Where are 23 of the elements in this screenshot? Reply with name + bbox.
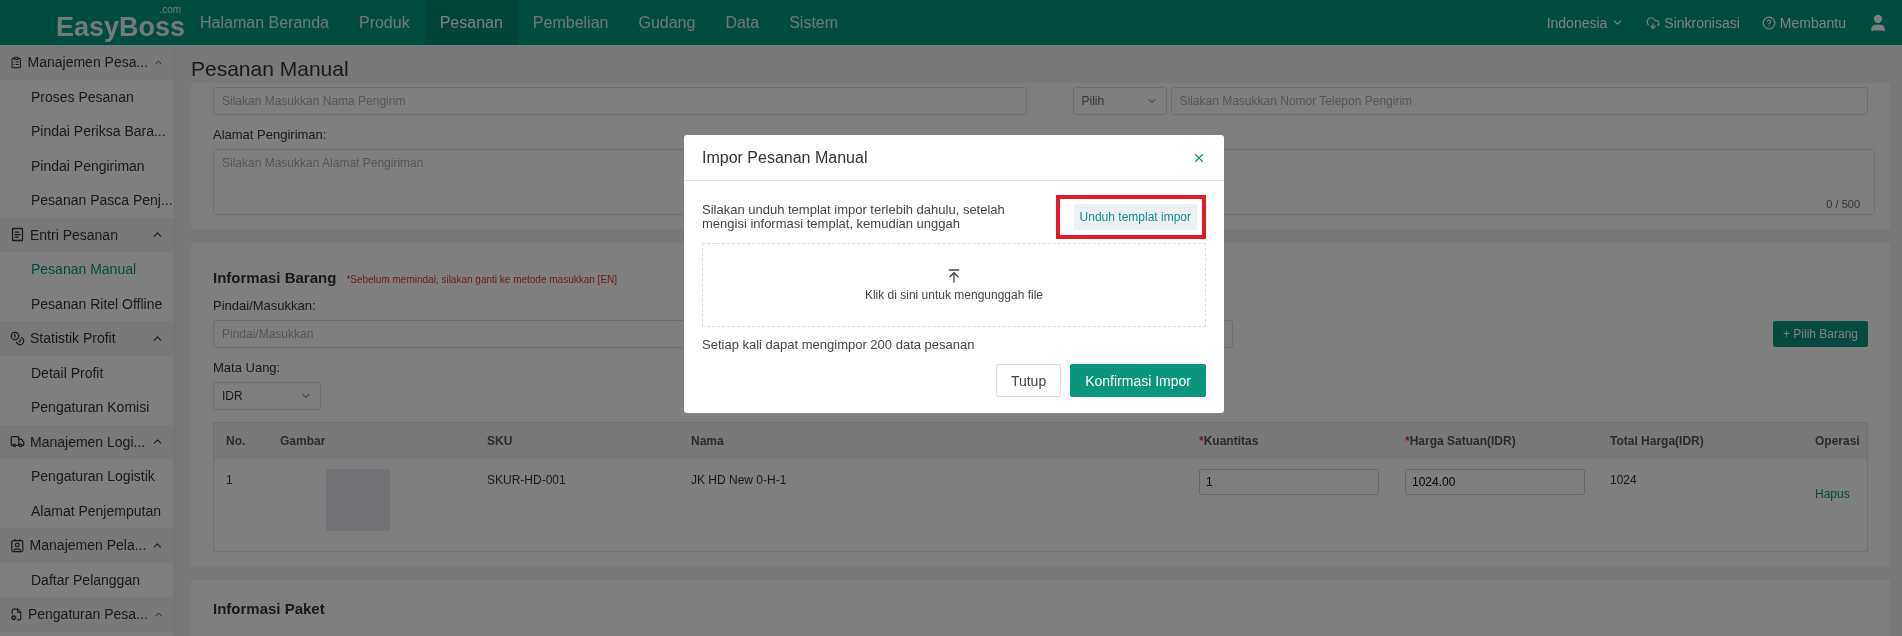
- character-counter: 0 / 500: [1826, 198, 1860, 211]
- column-header: *Kuantitas: [1198, 434, 1260, 449]
- table-cell-text: JK HD New 0-H-1: [690, 472, 788, 488]
- section-title: Informasi Paket: [213, 600, 326, 618]
- column-header: SKU: [486, 434, 514, 449]
- table-cell-text: 1024: [1609, 472, 1638, 488]
- dialog-title: Impor Pesanan Manual: [702, 148, 868, 167]
- section-title: Informasi Barang: [213, 269, 337, 287]
- field-label: Pindai/Masukkan:: [213, 298, 316, 314]
- instruction-text: Silakan unduh templat impor terlebih dahulu, setelah mengisi informasi templat, kemudian unggah: [702, 203, 1006, 231]
- column-header: Total Harga(IDR): [1609, 434, 1705, 449]
- field-label: Mata Uang:: [213, 360, 281, 376]
- scan-note: *Sebelum memindai, silakan ganti ke metode masukkan [EN]: [346, 274, 618, 286]
- page-title: Pesanan Manual: [191, 56, 350, 82]
- column-header: Nama: [690, 434, 725, 449]
- table-cell-text: 1: [225, 472, 234, 488]
- column-header: Gambar: [279, 434, 327, 449]
- field-label: Alamat Pengiriman:: [213, 127, 327, 143]
- table-cell-text: SKUR-HD-001: [486, 472, 567, 488]
- column-header: Operasi: [1814, 434, 1861, 449]
- limit-note: Setiap kali dapat mengimpor 200 data pesanan: [702, 337, 976, 352]
- column-header: *Harga Satuan(IDR): [1404, 434, 1517, 449]
- column-header: No.: [225, 434, 247, 449]
